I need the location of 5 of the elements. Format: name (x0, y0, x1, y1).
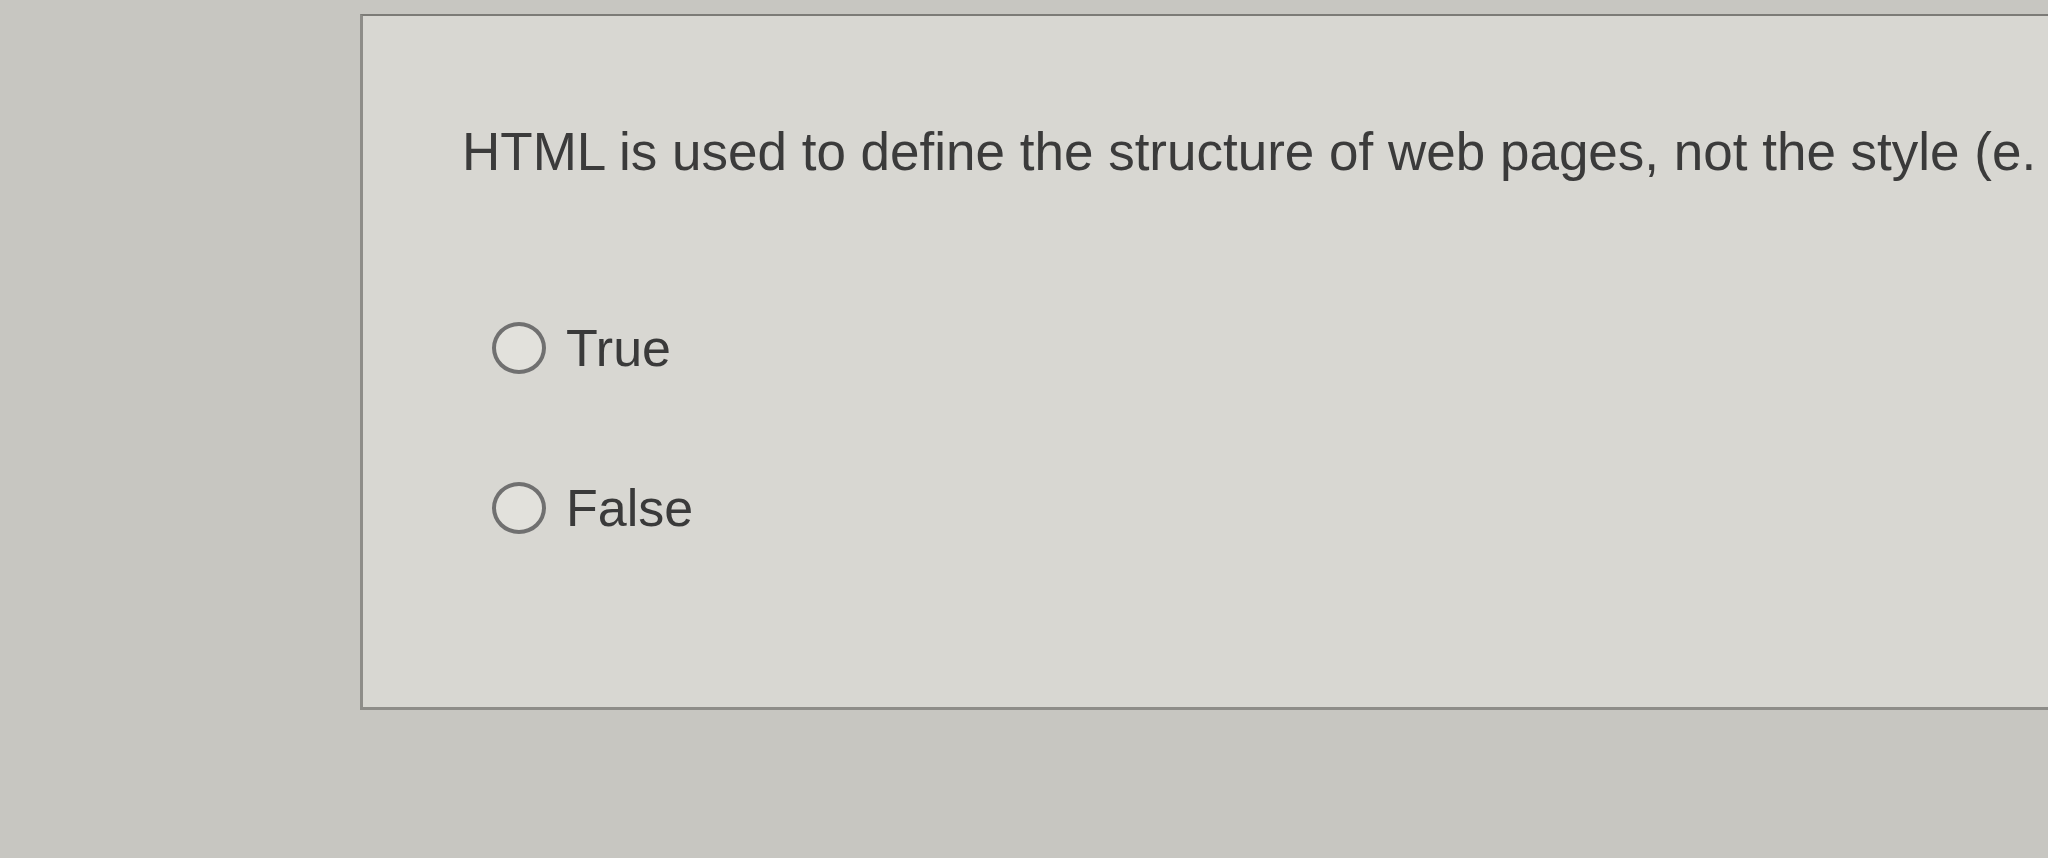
radio-button[interactable] (492, 482, 546, 534)
option-label[interactable]: False (566, 478, 694, 538)
radio-button[interactable] (492, 322, 546, 374)
option-label[interactable]: True (566, 318, 671, 378)
question-text: HTML is used to define the structure of web pages, not the style (e. (462, 121, 2037, 183)
